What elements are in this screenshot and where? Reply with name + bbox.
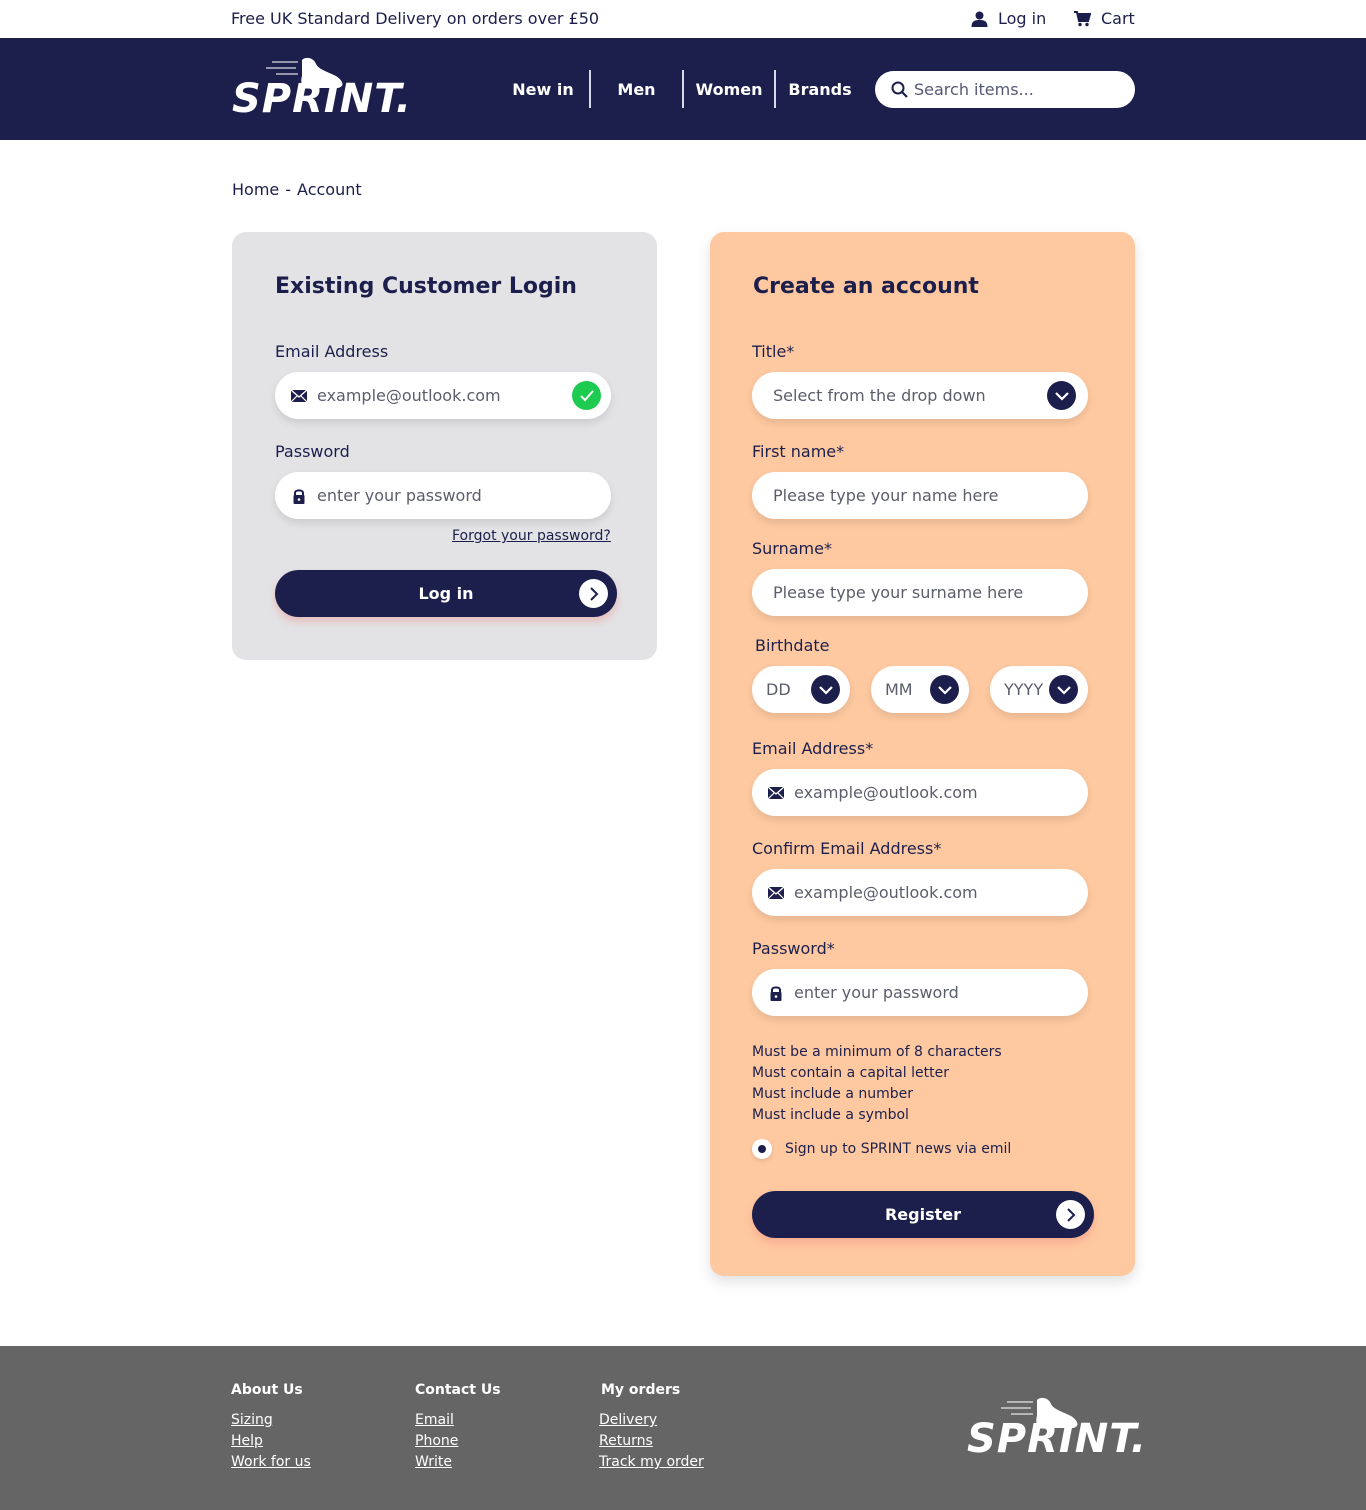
footer-heading: My orders	[601, 1382, 681, 1398]
delivery-promo: Free UK Standard Delivery on orders over…	[231, 9, 600, 28]
login-button-label: Log in	[418, 584, 474, 603]
footer-heading: About Us	[231, 1382, 303, 1398]
create-account-card: Create an account Title* Select from the…	[710, 232, 1135, 1276]
login-password-input[interactable]	[317, 486, 611, 505]
newsletter-option[interactable]: Sign up to SPRINT news via emil	[752, 1139, 1011, 1159]
footer-link-sizing[interactable]: Sizing	[231, 1410, 311, 1431]
password-rule: Must include a symbol	[752, 1107, 909, 1123]
password-rule: Must be a minimum of 8 characters	[752, 1044, 1002, 1060]
user-icon	[971, 11, 988, 27]
title-select-value: Select from the drop down	[773, 386, 986, 405]
title-label: Title*	[752, 342, 795, 361]
login-button[interactable]: Log in	[275, 570, 617, 617]
register-button[interactable]: Register	[752, 1191, 1094, 1238]
confirm-email-field[interactable]	[752, 869, 1088, 916]
footer-heading: Contact Us	[415, 1382, 501, 1398]
top-cart-label: Cart	[1101, 9, 1135, 28]
chevron-down-icon	[1049, 675, 1078, 704]
arrow-right-icon	[579, 579, 608, 608]
footer-link-track[interactable]: Track my order	[599, 1452, 704, 1473]
create-title: Create an account	[753, 274, 979, 299]
search-input[interactable]	[914, 80, 1124, 99]
search-bar[interactable]	[875, 71, 1135, 108]
top-bar: Free UK Standard Delivery on orders over…	[0, 0, 1366, 38]
surname-input[interactable]	[773, 583, 1088, 602]
login-password-field[interactable]	[275, 472, 611, 519]
nav-men[interactable]: Men	[591, 70, 682, 108]
email-label: Email Address*	[752, 739, 874, 758]
logo-text: SPRINT.	[232, 76, 412, 122]
password-rule: Must contain a capital letter	[752, 1065, 949, 1081]
breadcrumb-current: Account	[297, 180, 362, 199]
lock-icon	[293, 488, 305, 504]
mail-icon	[768, 786, 784, 799]
footer-link-returns[interactable]: Returns	[599, 1431, 704, 1452]
confirm-email-label: Confirm Email Address*	[752, 839, 942, 858]
chevron-down-icon	[811, 675, 840, 704]
main-nav: New in Men Women Brands	[497, 70, 864, 108]
login-email-label: Email Address	[275, 342, 389, 361]
birth-month-select[interactable]: MM	[871, 666, 969, 713]
nav-new-in[interactable]: New in	[497, 70, 589, 108]
nav-brands[interactable]: Brands	[776, 70, 864, 108]
first-name-field[interactable]	[752, 472, 1088, 519]
register-button-label: Register	[884, 1205, 962, 1224]
password-label: Password*	[752, 939, 835, 958]
chevron-down-icon	[930, 675, 959, 704]
login-password-label: Password	[275, 442, 350, 461]
email-field[interactable]	[752, 769, 1088, 816]
surname-label: Surname*	[752, 539, 832, 558]
email-input[interactable]	[794, 783, 1088, 802]
password-field[interactable]	[752, 969, 1088, 1016]
valid-check-icon	[572, 381, 601, 410]
mail-icon	[768, 886, 784, 899]
password-rule: Must include a number	[752, 1086, 914, 1102]
title-select[interactable]: Select from the drop down	[752, 372, 1088, 419]
breadcrumb: Home - Account	[232, 180, 362, 199]
footer-link-email[interactable]: Email	[415, 1410, 501, 1431]
chevron-down-icon	[1047, 381, 1076, 410]
lock-icon	[770, 985, 782, 1001]
birth-year-select[interactable]: YYYY	[990, 666, 1088, 713]
main-header: SPRINT. New in Men Women Brands	[0, 38, 1366, 140]
footer-about: About Us Sizing Help Work for us	[231, 1382, 311, 1473]
footer-link-write[interactable]: Write	[415, 1452, 501, 1473]
footer-logo-text: SPRINT.	[967, 1416, 1147, 1462]
footer-logo[interactable]: SPRINT.	[967, 1396, 1146, 1464]
password-rules: Must be a minimum of 8 characters Must c…	[752, 1042, 1002, 1126]
newsletter-radio[interactable]	[752, 1139, 772, 1159]
login-email-input[interactable]	[317, 386, 611, 405]
footer-orders: My orders Delivery Returns Track my orde…	[599, 1382, 704, 1473]
sprint-logo[interactable]: SPRINT.	[232, 56, 411, 124]
nav-women[interactable]: Women	[684, 70, 774, 108]
footer-link-help[interactable]: Help	[231, 1431, 311, 1452]
breadcrumb-separator: -	[285, 180, 292, 199]
confirm-email-input[interactable]	[794, 883, 1088, 902]
search-icon	[891, 81, 908, 98]
login-title: Existing Customer Login	[275, 274, 577, 299]
mail-icon	[291, 389, 307, 402]
birth-day-select[interactable]: DD	[752, 666, 850, 713]
login-card: Existing Customer Login Email Address Pa…	[232, 232, 657, 660]
footer-link-phone[interactable]: Phone	[415, 1431, 501, 1452]
footer: About Us Sizing Help Work for us Contact…	[0, 1346, 1366, 1510]
first-name-label: First name*	[752, 442, 845, 461]
cart-icon	[1074, 10, 1091, 26]
password-input[interactable]	[794, 983, 1088, 1002]
newsletter-label: Sign up to SPRINT news via emil	[785, 1141, 1012, 1157]
footer-link-work[interactable]: Work for us	[231, 1452, 311, 1473]
footer-link-delivery[interactable]: Delivery	[599, 1410, 704, 1431]
top-cart-link[interactable]: Cart	[1074, 9, 1135, 28]
top-login-label: Log in	[998, 9, 1047, 28]
footer-contact: Contact Us Email Phone Write	[415, 1382, 501, 1473]
birthdate-label: Birthdate	[755, 636, 830, 655]
surname-field[interactable]	[752, 569, 1088, 616]
first-name-input[interactable]	[773, 486, 1088, 505]
top-login-link[interactable]: Log in	[971, 9, 1046, 28]
breadcrumb-home[interactable]: Home	[232, 180, 279, 199]
login-email-field[interactable]	[275, 372, 611, 419]
forgot-password-link[interactable]: Forgot your password?	[452, 528, 611, 544]
arrow-right-icon	[1056, 1200, 1085, 1229]
